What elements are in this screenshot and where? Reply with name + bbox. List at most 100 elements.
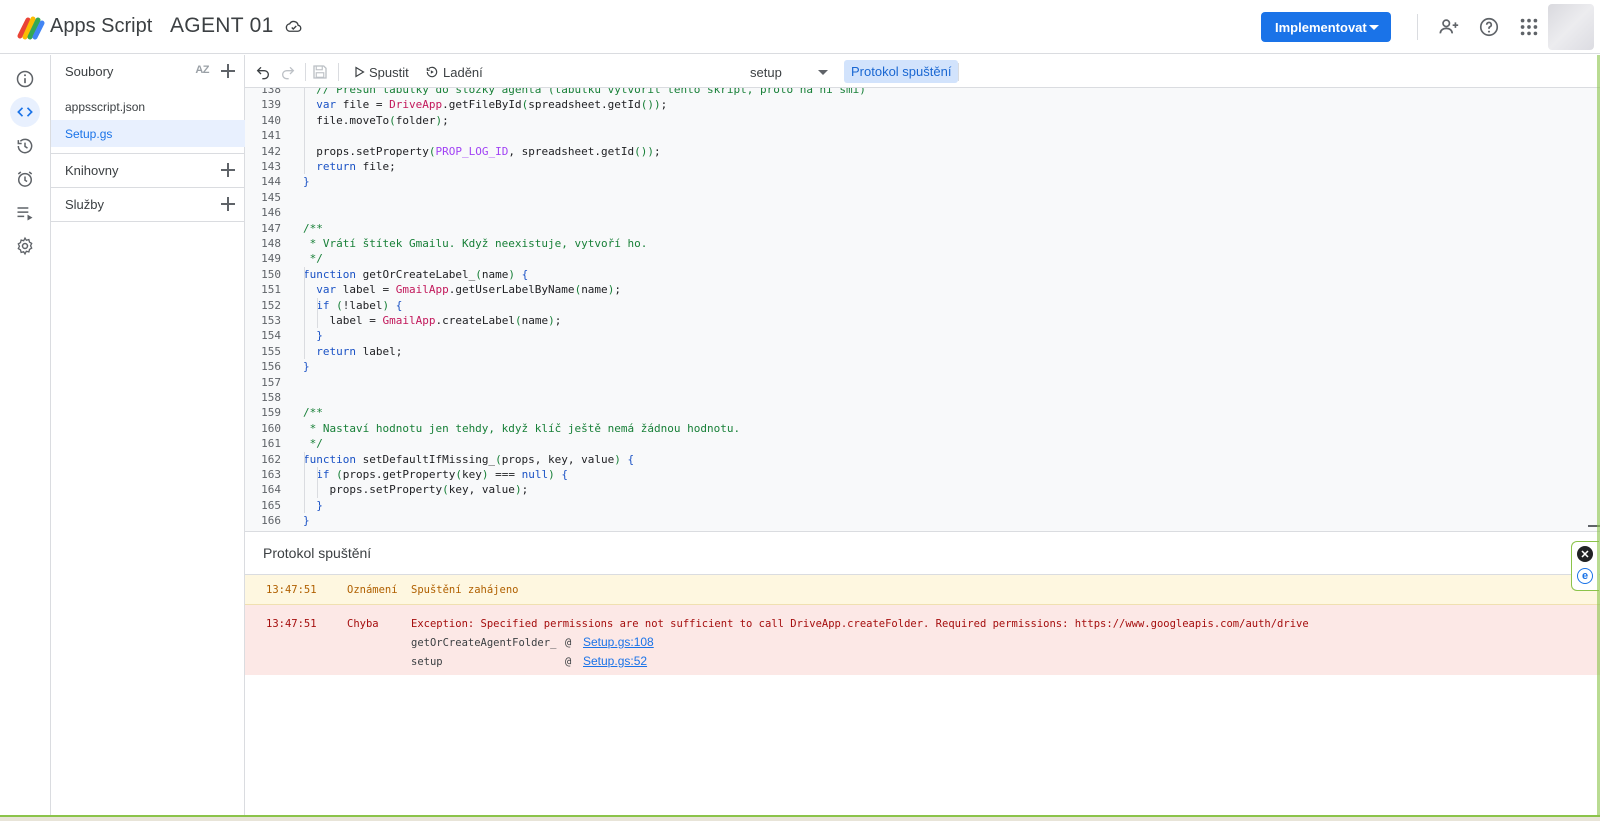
code-line: 145 <box>245 190 1585 205</box>
debug-label: Ladění <box>443 64 483 80</box>
apps-grid-icon[interactable] <box>1518 16 1540 38</box>
execution-log-panel: Protokol spuštění 13:47:51 Oznámení Spuš… <box>245 531 1600 815</box>
code-line: 160 * Nastaví hodnotu jen tehdy, když kl… <box>245 421 1585 436</box>
code-text: /** <box>303 406 323 420</box>
project-name[interactable]: AGENT 01 <box>170 14 274 38</box>
code-line: 158 <box>245 390 1585 405</box>
code-text: * Vrátí štítek Gmailu. Když neexistuje, … <box>303 237 648 250</box>
debug-button[interactable]: Ladění <box>425 62 483 82</box>
add-file-icon[interactable] <box>221 64 235 78</box>
code-text: } <box>316 329 323 343</box>
stack-trace-link[interactable]: Setup.gs:108 <box>583 635 654 649</box>
left-nav <box>0 55 51 815</box>
code-line: 157 <box>245 375 1585 390</box>
execution-log-toggle[interactable]: Protokol spuštění <box>844 60 959 83</box>
line-number: 155 <box>261 344 281 358</box>
code-line: 147 /** <box>245 221 1585 236</box>
divider <box>305 63 306 81</box>
line-number: 145 <box>261 190 281 204</box>
overview-icon[interactable] <box>10 64 40 94</box>
cloud-saved-icon <box>285 20 302 32</box>
line-number: 166 <box>261 514 281 528</box>
settings-icon[interactable] <box>10 231 40 261</box>
chevron-down-icon <box>818 70 828 75</box>
help-icon[interactable] <box>1478 16 1500 38</box>
line-number: 150 <box>261 267 281 281</box>
log-time: 13:47:51 <box>266 584 317 596</box>
code-line: 138 // Přesun tabulky do složky agenta (… <box>245 88 1585 97</box>
file-label: Setup.gs <box>65 126 113 141</box>
code-line: 153 label = GmailApp.createLabel(name); <box>245 313 1585 328</box>
e-badge-icon[interactable]: e <box>1577 568 1593 584</box>
function-select[interactable]: setup <box>750 60 832 84</box>
close-circle-icon[interactable]: ✕ <box>1577 546 1593 562</box>
code-text: return file; <box>316 160 396 173</box>
run-button[interactable]: Spustit <box>353 62 409 82</box>
line-number: 141 <box>261 129 281 143</box>
apps-script-logo[interactable] <box>16 14 46 40</box>
line-number: 138 <box>261 88 281 96</box>
line-number: 158 <box>261 391 281 404</box>
code-line: 142 props.setProperty(PROP_LOG_ID, sprea… <box>245 144 1585 159</box>
indent-guide <box>317 467 318 498</box>
undo-icon[interactable] <box>255 62 271 82</box>
code-line: 151 var label = GmailApp.getUserLabelByN… <box>245 282 1585 297</box>
history-icon[interactable] <box>10 131 40 161</box>
line-number: 165 <box>261 498 281 512</box>
code-line: 140 file.moveTo(folder); <box>245 113 1585 128</box>
editor-icon[interactable] <box>10 97 40 127</box>
avatar[interactable] <box>1548 4 1594 50</box>
sort-az-icon[interactable]: AZ <box>195 64 209 76</box>
line-number: 139 <box>261 98 281 112</box>
line-number: 140 <box>261 113 281 127</box>
code-text: } <box>316 498 323 512</box>
code-line: 150 function getOrCreateLabel_(name) { <box>245 267 1585 282</box>
line-number: 160 <box>261 421 281 435</box>
code-line: 166} <box>245 513 1585 528</box>
divider <box>958 63 959 81</box>
code-text: var file = DriveApp.getFileById(spreadsh… <box>316 98 668 112</box>
save-icon[interactable] <box>311 62 329 82</box>
line-number: 161 <box>261 437 281 451</box>
code-line: 154 } <box>245 328 1585 343</box>
code-line: 141 <box>245 128 1585 143</box>
redo-icon[interactable] <box>280 62 296 82</box>
executions-icon[interactable] <box>10 198 40 228</box>
code-text: return label; <box>316 344 403 358</box>
line-number: 156 <box>261 360 281 374</box>
log-level: Oznámení <box>347 584 398 596</box>
divider <box>51 221 245 222</box>
add-person-icon[interactable] <box>1438 16 1460 38</box>
file-item-appsscript-json[interactable]: appsscript.json <box>51 93 245 120</box>
code-text: } <box>303 514 310 528</box>
add-service-icon[interactable] <box>221 197 235 211</box>
stack-trace-function: setup <box>411 656 443 668</box>
code-line: 164 props.setProperty(key, value); <box>245 482 1585 497</box>
code-text: var label = GmailApp.getUserLabelByName(… <box>316 283 621 297</box>
code-line: 156} <box>245 359 1585 374</box>
code-line: 159 /** <box>245 405 1585 420</box>
indent-guide <box>304 451 305 514</box>
code-text: /** <box>303 221 323 235</box>
line-number: 142 <box>261 144 281 158</box>
code-text: } <box>303 360 310 374</box>
add-library-icon[interactable] <box>221 163 235 177</box>
file-item-setup-gs[interactable]: Setup.gs <box>51 120 245 147</box>
deploy-button[interactable]: Implementovat <box>1261 12 1391 42</box>
code-editor[interactable]: 138 // Přesun tabulky do složky agenta (… <box>245 88 1600 531</box>
app-name[interactable]: Apps Script <box>50 15 152 38</box>
log-time: 13:47:51 <box>266 618 317 630</box>
divider <box>338 63 339 81</box>
file-label: appsscript.json <box>65 99 146 114</box>
window-bottom-edge <box>0 815 1600 821</box>
line-number: 153 <box>261 314 281 327</box>
code-line: 161 */ <box>245 436 1585 451</box>
code-line: 146 <box>245 205 1585 220</box>
code-text: props.setProperty(PROP_LOG_ID, spreadshe… <box>303 144 661 158</box>
log-level: Chyba <box>347 618 379 630</box>
stack-trace-link[interactable]: Setup.gs:52 <box>583 654 647 668</box>
triggers-icon[interactable] <box>10 164 40 194</box>
stack-trace-at: @ <box>565 637 572 649</box>
line-number: 146 <box>261 206 281 220</box>
line-number: 149 <box>261 252 281 266</box>
